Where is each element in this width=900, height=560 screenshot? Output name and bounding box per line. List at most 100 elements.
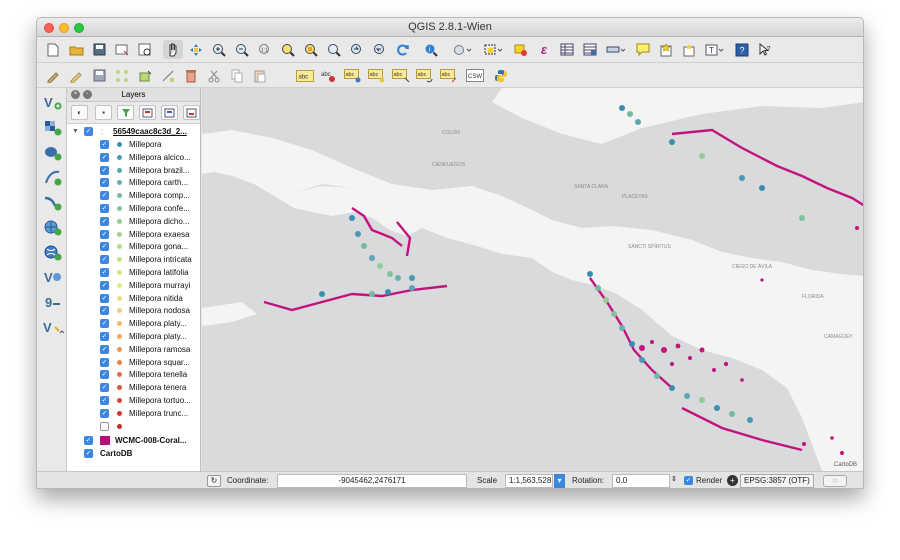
layer-group-row[interactable]: ▼ ✓ : 56549caac8c3d_2... [67, 125, 201, 138]
move-feature-icon[interactable] [135, 66, 155, 85]
new-project-icon[interactable] [43, 40, 63, 59]
select-features-icon[interactable] [481, 40, 507, 59]
layer-row[interactable]: ✓ Millepora latifolia [67, 266, 201, 279]
pan-to-selection-icon[interactable] [186, 40, 206, 59]
render-checkbox[interactable]: ✓ [684, 476, 693, 485]
layer-row[interactable]: ✓ Millepora [67, 138, 201, 151]
layer-checkbox[interactable]: ✓ [100, 319, 109, 329]
paste-features-icon[interactable] [250, 66, 270, 85]
layer-row[interactable]: ✓ Millepora exaesa [67, 228, 201, 241]
remove-layer-icon[interactable] [183, 105, 200, 120]
layer-checkbox[interactable]: ✓ [100, 242, 109, 252]
cut-features-icon[interactable] [204, 66, 224, 85]
new-shapefile-icon[interactable]: V [42, 318, 64, 338]
action-tool-icon[interactable] [449, 40, 475, 59]
collapse-all-icon[interactable] [161, 105, 178, 120]
layer-checkbox[interactable]: ✓ [100, 293, 109, 303]
layer-row[interactable]: ✓ Millepora alcico... [67, 151, 201, 164]
messages-icon[interactable]: ◌ [823, 475, 847, 487]
toggle-extents-icon[interactable]: ↻ [207, 475, 221, 487]
layer-row[interactable]: ✓ Millepora tortuo... [67, 394, 201, 407]
layer-checkbox[interactable]: ✓ [100, 204, 109, 213]
layer-checkbox[interactable]: ✓ [100, 229, 109, 239]
layer-checkbox[interactable]: ✓ [100, 165, 109, 175]
layer-checkbox[interactable]: ✓ [100, 370, 109, 380]
open-project-icon[interactable] [66, 40, 86, 59]
layer-checkbox[interactable]: ✓ [100, 140, 109, 149]
layer-checkbox[interactable]: ✓ [100, 344, 109, 354]
crs-button[interactable]: EPSG:3857 (OTF) [740, 474, 814, 488]
coordinate-field[interactable]: -9045462,2476171 [277, 474, 467, 488]
save-as-icon[interactable] [112, 40, 132, 59]
zoom-full-icon[interactable] [278, 40, 298, 59]
layer-checkbox[interactable]: ✓ [100, 191, 109, 201]
layer-checkbox[interactable]: ✓ [100, 396, 109, 405]
save-project-icon[interactable] [89, 40, 109, 59]
add-wfs-layer-icon[interactable]: V [42, 268, 64, 288]
layer-row[interactable]: ✓ Millepora nitida [67, 292, 201, 305]
csw-icon[interactable]: CSW [465, 66, 485, 85]
layer-row[interactable]: ✓ Millepora ramosa [67, 343, 201, 356]
delete-selected-icon[interactable] [181, 66, 201, 85]
zoom-to-selection-icon[interactable] [301, 40, 321, 59]
rotation-stepper-icon[interactable]: ⇕ [671, 475, 677, 483]
print-composer-icon[interactable] [135, 40, 155, 59]
layer-row[interactable]: ✓ Millepora trunc... [67, 407, 201, 420]
zoom-next-icon[interactable] [370, 40, 390, 59]
add-wms-layer-icon[interactable] [42, 218, 64, 238]
layer-row[interactable]: ✓ Millepora squar... [67, 356, 201, 369]
styling-icon[interactable]: ◐ [71, 105, 88, 120]
add-feature-icon[interactable] [112, 66, 132, 85]
layer-row[interactable]: ✓ Millepora murrayi [67, 279, 201, 292]
pan-hand-icon[interactable] [163, 40, 183, 59]
layer-checkbox[interactable] [100, 421, 109, 431]
rotation-field[interactable]: 0.0 [612, 474, 670, 488]
node-tool-icon[interactable] [158, 66, 178, 85]
zoom-in-icon[interactable] [209, 40, 229, 59]
layer-row[interactable]: ✓ Millepora dicho... [67, 215, 201, 228]
zoom-last-icon[interactable] [347, 40, 367, 59]
expression-select-icon[interactable]: ε [534, 40, 554, 59]
crs-status-icon[interactable]: + [727, 475, 738, 486]
layer-row[interactable] [67, 420, 201, 433]
float-panel-icon[interactable]: ◦ [83, 90, 92, 99]
layer-row[interactable]: ✓ Millepora tenera [67, 381, 201, 394]
map-canvas[interactable]: COLÓN CIENFUEGOS SANTA CLARA PLACETAS SA… [202, 88, 863, 471]
add-spatialite-layer-icon[interactable] [42, 168, 64, 188]
label-abc-icon[interactable]: abc [295, 66, 315, 85]
expand-all-icon[interactable] [139, 105, 156, 120]
layer-row[interactable]: ✓ Millepora gona... [67, 240, 201, 253]
layer-checkbox[interactable]: ✓ [100, 332, 109, 341]
expand-arrow-icon[interactable]: ▼ [72, 125, 79, 138]
add-delimited-text-icon[interactable]: 9 [42, 293, 64, 313]
layer-checkbox[interactable]: ✓ [100, 255, 109, 265]
help-icon[interactable]: ? [732, 40, 752, 59]
layer-row[interactable]: ✓ Millepora intricata [67, 253, 201, 266]
layer-checkbox[interactable]: ✓ [100, 216, 109, 226]
field-calculator-icon[interactable] [580, 40, 600, 59]
layer-group-checkbox[interactable]: ✓ [84, 127, 93, 136]
toggle-editing-icon[interactable] [66, 66, 86, 85]
maximize-window-button[interactable] [74, 23, 84, 33]
filter-legend-icon[interactable] [117, 105, 134, 120]
layer-checkbox[interactable]: ✓ [100, 357, 109, 367]
add-raster-layer-icon[interactable] [42, 118, 64, 138]
layer-checkbox[interactable]: ✓ [100, 152, 109, 162]
text-annotation-icon[interactable]: T [702, 40, 728, 59]
close-window-button[interactable] [44, 23, 54, 33]
deselect-features-icon[interactable] [511, 40, 531, 59]
layer-row[interactable]: ✓ Millepora tenella [67, 368, 201, 381]
identify-features-icon[interactable]: i [421, 40, 441, 59]
add-postgis-layer-icon[interactable] [42, 143, 64, 163]
copy-features-icon[interactable] [227, 66, 247, 85]
pin-labels-icon[interactable]: abc [343, 66, 363, 85]
layer-row[interactable]: ✓ Millepora comp... [67, 189, 201, 202]
layer-row[interactable]: ✓ Millepora confe... [67, 202, 201, 215]
layer-checkbox[interactable]: ✓ [100, 408, 109, 418]
polygon-layer-checkbox[interactable]: ✓ [84, 436, 93, 446]
add-wcs-layer-icon[interactable] [42, 243, 64, 263]
zoom-to-layer-icon[interactable] [324, 40, 344, 59]
layer-checkbox[interactable]: ✓ [100, 383, 109, 393]
map-tips-icon[interactable] [633, 40, 653, 59]
layer-checkbox[interactable]: ✓ [100, 178, 109, 188]
